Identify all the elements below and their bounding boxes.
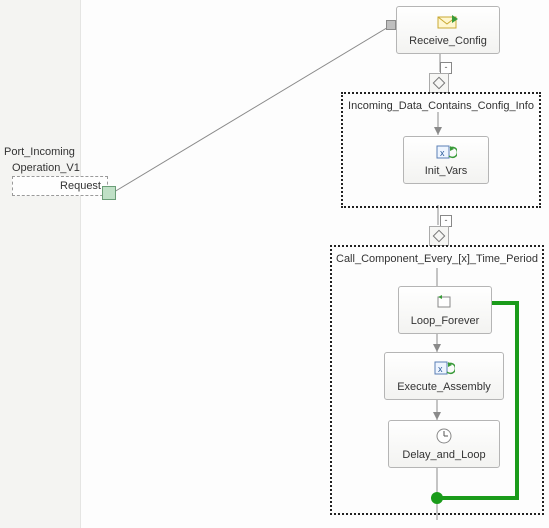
port-connector-handle[interactable] — [102, 186, 116, 200]
loop-icon — [434, 293, 456, 311]
init-vars-label: Init_Vars — [425, 165, 468, 177]
request-label: Request — [60, 180, 101, 192]
port-title: Port_Incoming — [4, 146, 108, 158]
decision-icon[interactable] — [429, 226, 449, 246]
group-incoming-title: Incoming_Data_Contains_Config_Info — [343, 100, 539, 112]
variables-icon: x — [435, 143, 457, 161]
receive-config-label: Receive_Config — [409, 35, 487, 47]
decision-icon[interactable] — [429, 73, 449, 93]
request-box[interactable]: Request — [12, 176, 108, 196]
receive-connector-dot[interactable] — [386, 20, 396, 30]
svg-text:x: x — [440, 148, 445, 158]
execute-assembly-label: Execute_Assembly — [397, 381, 491, 393]
group-call-component-title: Call_Component_Every_[x]_Time_Period — [332, 253, 542, 265]
svg-text:x: x — [438, 364, 443, 374]
assembly-icon: x — [433, 359, 455, 377]
execute-assembly-shape[interactable]: x Execute_Assembly — [384, 352, 504, 400]
clock-icon — [433, 427, 455, 445]
port-incoming[interactable]: Port_Incoming Operation_V1 Request — [4, 146, 108, 196]
sidebar-strip — [0, 0, 81, 528]
delay-and-loop-label: Delay_and_Loop — [402, 449, 485, 461]
delay-and-loop-shape[interactable]: Delay_and_Loop — [388, 420, 500, 468]
loop-forever-shape[interactable]: Loop_Forever — [398, 286, 492, 334]
loop-forever-label: Loop_Forever — [411, 315, 480, 327]
operation-title: Operation_V1 — [12, 162, 108, 174]
receive-config-shape[interactable]: Receive_Config — [396, 6, 500, 54]
init-vars-shape[interactable]: x Init_Vars — [403, 136, 489, 184]
orchestration-canvas: Port_Incoming Operation_V1 Request Recei… — [0, 0, 549, 528]
envelope-in-icon — [437, 13, 459, 31]
